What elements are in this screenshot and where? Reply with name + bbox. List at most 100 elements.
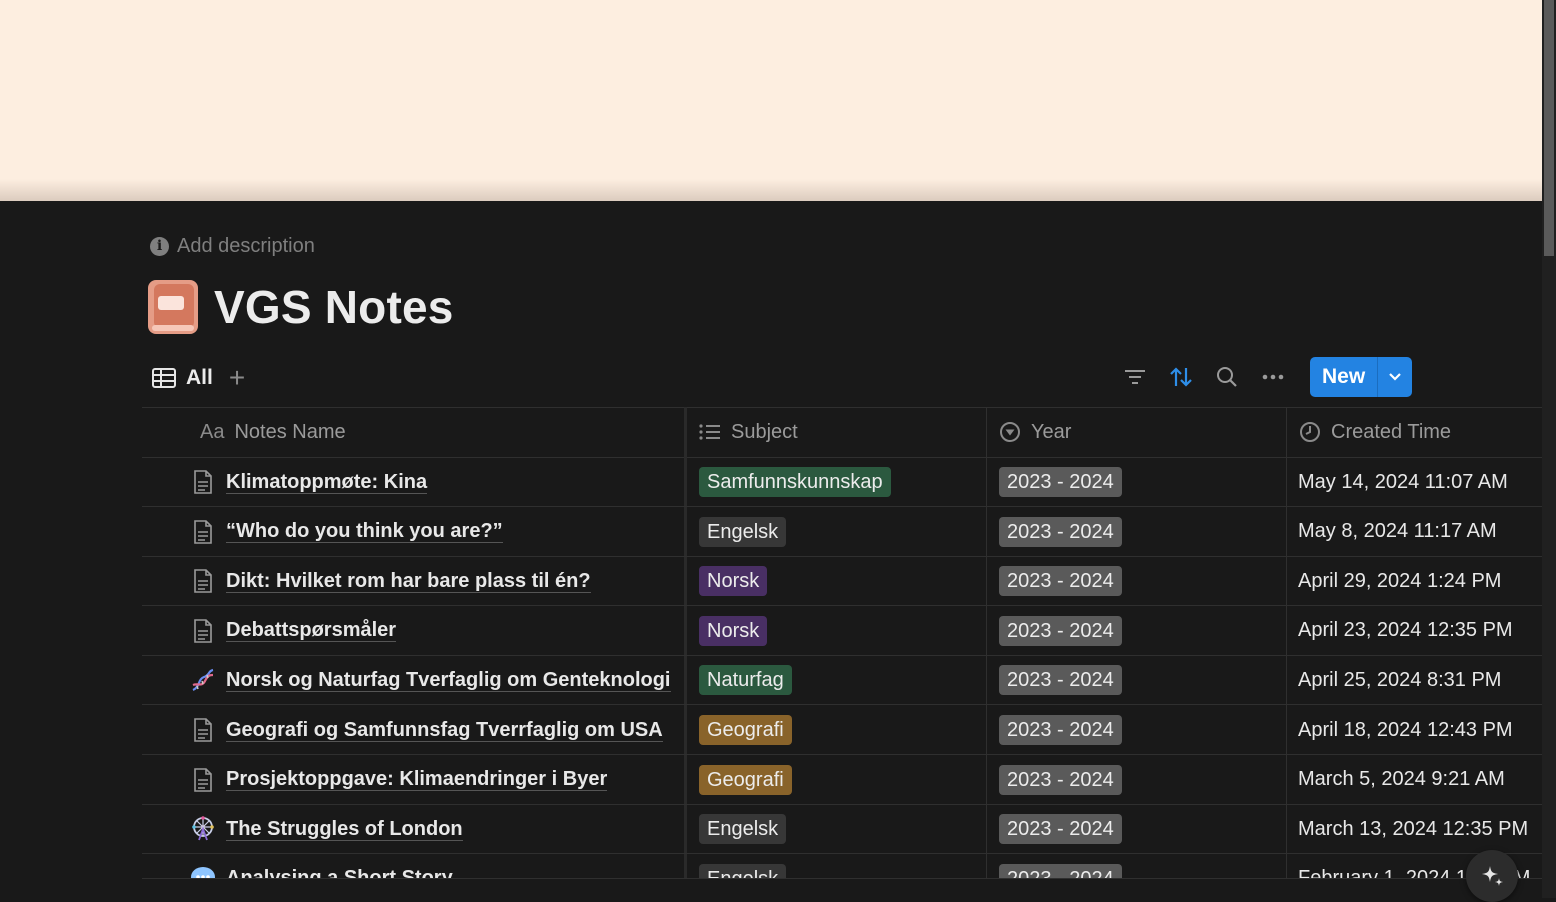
tab-all[interactable]: All	[152, 366, 213, 390]
search-icon	[1217, 367, 1237, 387]
subject-cell[interactable]: Engelsk	[699, 854, 787, 878]
year-cell[interactable]: 2023 - 2024	[999, 705, 1122, 755]
page-icon	[190, 569, 216, 593]
dna-icon	[190, 667, 216, 693]
info-icon: i	[150, 236, 169, 256]
table-row[interactable]: Debattspørsmåler Norsk 2023 - 2024 April 23…	[142, 606, 1542, 656]
sort-button[interactable]	[1158, 357, 1204, 397]
ai-assistant-button[interactable]	[1466, 850, 1518, 902]
search-button[interactable]	[1204, 357, 1250, 397]
notes-name-cell[interactable]: Prosjektoppgave: Klimaendringer i Byer	[190, 755, 608, 805]
created-time-cell: April 29, 2024 1:24 PM	[1298, 569, 1502, 592]
year-tag: 2023 - 2024	[999, 814, 1122, 845]
note-title-link[interactable]: Debattspørsmåler	[226, 619, 397, 643]
table-row[interactable]: The Struggles of London Engelsk 2023 - 202…	[142, 804, 1542, 855]
table-row[interactable]: Klimatoppmøte: Kina Samfunnskunnskap 2023 …	[142, 457, 1542, 507]
column-header-label: Subject	[731, 420, 798, 443]
notes-name-cell[interactable]: Dikt: Hvilket rom har bare plass til én?	[190, 556, 591, 606]
page-title[interactable]: VGS Notes	[214, 280, 454, 334]
database-toolbar: New	[1112, 357, 1413, 397]
created-time-cell: March 13, 2024 12:35 PM	[1298, 817, 1529, 840]
notes-name-cell[interactable]: Geografi og Samfunnsfag Tverrfaglig om U…	[190, 705, 663, 755]
year-cell[interactable]: 2023 - 2024	[999, 556, 1122, 606]
notes-name-cell[interactable]: Analysing a Short Story	[190, 854, 453, 878]
clock-icon	[1300, 422, 1320, 442]
year-cell[interactable]: 2023 - 2024	[999, 804, 1122, 854]
subject-cell[interactable]: Engelsk	[699, 804, 787, 854]
table-row[interactable]: Norsk og Naturfag Tverfaglig om Gentekno…	[142, 655, 1542, 706]
subject-tag: Geografi	[699, 715, 792, 745]
note-title-link[interactable]: Prosjektoppgave: Klimaendringer i Byer	[226, 768, 608, 792]
notes-name-cell[interactable]: Klimatoppmøte: Kina	[190, 457, 428, 507]
sort-icon	[1170, 367, 1192, 387]
subject-cell[interactable]: Samfunnskunnskap	[699, 457, 891, 507]
subject-cell[interactable]: Norsk	[699, 556, 768, 606]
notes-name-cell[interactable]: Debattspørsmåler	[190, 606, 397, 656]
created-time-cell: April 18, 2024 12:43 PM	[1298, 718, 1513, 741]
sparkle-icon	[1482, 866, 1503, 886]
subject-cell[interactable]: Norsk	[699, 606, 768, 656]
new-dropdown-button[interactable]	[1377, 357, 1412, 397]
subject-cell[interactable]: Naturfag	[699, 655, 792, 705]
subject-cell[interactable]: Geografi	[699, 705, 792, 755]
page-cover	[0, 0, 1542, 201]
year-cell[interactable]: 2023 - 2024	[999, 755, 1122, 805]
subject-tag: Naturfag	[699, 665, 792, 696]
subject-tag: Norsk	[699, 566, 768, 597]
status-icon	[1000, 422, 1020, 442]
subject-tag: Engelsk	[699, 516, 787, 547]
chevron-down-icon	[1389, 373, 1401, 381]
notes-name-cell[interactable]: The Struggles of London	[190, 804, 463, 854]
table-icon	[152, 368, 176, 388]
subject-cell[interactable]: Geografi	[699, 755, 792, 805]
created-time-cell: May 8, 2024 11:17 AM	[1298, 520, 1497, 543]
book-icon[interactable]	[148, 280, 198, 334]
table-row[interactable]: Analysing a Short Story Engelsk 2023 - 202…	[142, 854, 1542, 878]
created-time-cell: April 23, 2024 12:35 PM	[1298, 619, 1513, 642]
subject-cell[interactable]: Engelsk	[699, 507, 787, 557]
add-description-button[interactable]: i Add description	[150, 234, 315, 258]
year-cell[interactable]: 2023 - 2024	[999, 854, 1122, 878]
year-cell[interactable]: 2023 - 2024	[999, 606, 1122, 656]
subject-tag: Norsk	[699, 615, 768, 646]
created-time-cell: April 25, 2024 8:31 PM	[1298, 668, 1502, 691]
year-cell[interactable]: 2023 - 2024	[999, 655, 1122, 705]
note-title-link[interactable]: Analysing a Short Story	[226, 867, 453, 878]
scrollbar[interactable]	[1542, 0, 1556, 898]
notes-name-cell[interactable]: “Who do you think you are?”	[190, 507, 503, 557]
note-title-link[interactable]: “Who do you think you are?”	[226, 520, 503, 544]
column-header-notes-name[interactable]: Aa Notes Name	[200, 407, 346, 457]
table-footer-border	[142, 878, 1542, 879]
subject-tag: Engelsk	[699, 814, 787, 845]
tab-all-label: All	[186, 366, 213, 389]
table-row[interactable]: “Who do you think you are?” Engelsk 2023 -…	[142, 507, 1542, 557]
note-title-link[interactable]: Geografi og Samfunnsfag Tverrfaglig om U…	[226, 719, 663, 742]
note-title-link[interactable]: Dikt: Hvilket rom har bare plass til én?	[226, 570, 591, 593]
add-view-button[interactable]: +	[229, 364, 245, 392]
column-header-created-time[interactable]: Created Time	[1299, 407, 1451, 457]
column-header-subject[interactable]: Subject	[699, 407, 798, 457]
year-tag: 2023 - 2024	[999, 665, 1122, 696]
note-title-link[interactable]: Klimatoppmøte: Kina	[226, 471, 428, 494]
subject-tag: Engelsk	[699, 863, 787, 878]
note-title-link[interactable]: The Struggles of London	[226, 818, 463, 841]
more-options-button[interactable]	[1250, 357, 1296, 397]
column-header-year[interactable]: Year	[999, 407, 1071, 457]
column-header-label: Created Time	[1331, 420, 1452, 443]
notes-name-cell[interactable]: Norsk og Naturfag Tverfaglig om Gentekno…	[190, 655, 671, 705]
text-icon: Aa	[200, 420, 225, 443]
created-time-cell: March 5, 2024 9:21 AM	[1298, 768, 1505, 791]
table-row[interactable]: Dikt: Hvilket rom har bare plass til én?…	[142, 556, 1542, 607]
year-tag: 2023 - 2024	[999, 764, 1122, 795]
column-header-label: Year	[1031, 420, 1072, 443]
note-title-link[interactable]: Norsk og Naturfag Tverfaglig om Gentekno…	[226, 669, 671, 692]
new-button[interactable]: New	[1310, 357, 1377, 397]
new-button-group: New	[1310, 357, 1413, 397]
filter-button[interactable]	[1112, 357, 1158, 397]
scrollbar-thumb[interactable]	[1544, 0, 1554, 256]
table-row[interactable]: Prosjektoppgave: Klimaendringer i Byer Ge…	[142, 755, 1542, 805]
year-cell[interactable]: 2023 - 2024	[999, 457, 1122, 507]
more-icon	[1262, 374, 1284, 380]
year-cell[interactable]: 2023 - 2024	[999, 507, 1122, 557]
table-row[interactable]: Geografi og Samfunnsfag Tverrfaglig om U…	[142, 705, 1542, 755]
